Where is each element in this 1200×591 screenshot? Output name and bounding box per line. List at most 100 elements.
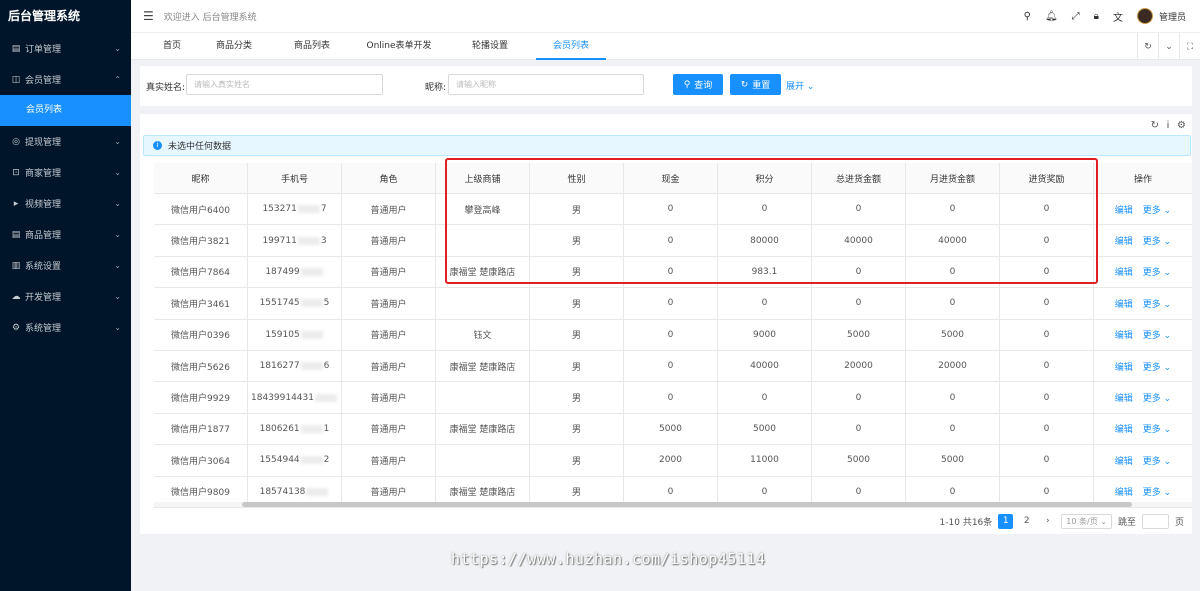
column-header[interactable]: 昵称 [154,163,248,193]
table-row[interactable]: 微信用户3064 1554944 2 普通用户男 2000 11000 5000 5000 0 编… [154,445,1192,477]
table-row[interactable]: 微信用户0396 159105 普通用户 钰文男 0 9000 5000 5000 0 编辑 更多 … [154,319,1192,351]
sidebar-item-4[interactable]: ▸ 视频管理 ⌄ [0,188,131,219]
lock-icon[interactable]: 🔒︎ [1094,11,1099,22]
density-icon[interactable]: Ꭵ [1167,120,1169,131]
table-row[interactable]: 微信用户1877 1806261 1 普通用户 康福堂 楚康路店男 5000 5000 0 0 0… [154,413,1192,446]
chevron-down-icon[interactable]: ⌄ [1158,33,1179,60]
sidebar-subitem-member-list[interactable]: 会员列表 [0,95,131,126]
reset-button[interactable]: ↻ 重置 [730,74,781,95]
more-dropdown[interactable]: 更多 ⌄ [1143,360,1171,373]
more-dropdown[interactable]: 更多 ⌄ [1143,328,1171,341]
cell-cash: 0 [624,194,718,225]
translate-icon[interactable]: 文 [1113,9,1123,24]
page-1[interactable]: 1 [998,514,1014,529]
edit-link[interactable]: 编辑 [1115,391,1133,404]
column-header[interactable]: 角色 [342,163,436,193]
table-row[interactable]: 微信用户3821 199711 3 普通用户男 0 80000 40000 40000 0 编辑更… [154,225,1192,257]
column-header[interactable]: 积分 [718,163,812,193]
reload-icon[interactable]: ↻ [1137,33,1158,60]
gear-icon[interactable]: ⚙ [1177,120,1186,131]
edit-link[interactable]: 编辑 [1115,203,1133,216]
cell-month-purchase: 0 [906,413,1000,445]
cell-month-purchase: 0 [906,382,1000,413]
sidebar-item-5[interactable]: ▤ 商品管理 ⌄ [0,219,131,250]
edit-link[interactable]: 编辑 [1115,485,1133,498]
cell-phone: 199711 3 [248,225,342,256]
table-row[interactable]: 微信用户9929 18439914431 普通用户男 0 0 0 0 0 编辑 更多 ⌄ [154,382,1192,414]
gear-icon: ⚙ [11,322,21,333]
page-size-select[interactable]: 10 条/页 ⌄ [1061,514,1112,529]
column-header[interactable]: 现金 [624,163,718,193]
column-header[interactable]: 性别 [530,163,624,193]
horizontal-scrollbar[interactable] [154,502,1192,507]
sidebar-item-1[interactable]: ◫ 会员管理 ⌃ [0,64,131,95]
cell-gender: 男 [530,319,624,350]
next-page-icon[interactable]: › [1040,514,1055,529]
column-header[interactable]: 上级商铺 [436,163,530,193]
column-header[interactable]: 月进货金额 [906,163,1000,193]
table-row[interactable]: 微信用户5626 1816277 6 普通用户 康福堂 楚康路店男 0 40000 20000… [154,350,1192,383]
edit-link[interactable]: 编辑 [1115,454,1133,467]
tab-carousel[interactable]: 轮播设置 [464,33,516,60]
cell-role: 普通用户 [342,194,436,225]
sidebar-item-0[interactable]: ▤ 订单管理 ⌄ [0,33,131,64]
tab-goods-list[interactable]: 商品列表 [284,33,340,60]
tab-member-list[interactable]: 会员列表 [536,33,606,60]
table-header: 昵称 手机号 角色 上级商铺 性别 现金 积分 总进货金额 月进货金额 进货奖励 操作 [154,163,1192,194]
more-dropdown[interactable]: 更多 ⌄ [1143,234,1171,247]
top-header: ☰ 欢迎进入 后台管理系统 ⚲ 🔔︎ ⤢ 🔒︎ 文 管理员 [131,0,1200,33]
more-dropdown[interactable]: 更多 ⌄ [1143,391,1171,404]
query-button[interactable]: ⚲ 查询 [673,74,723,95]
username[interactable]: 管理员 [1159,10,1186,23]
refresh-icon[interactable]: ↻ [1151,120,1159,131]
bell-icon[interactable]: 🔔︎ [1045,11,1058,22]
cell-nickname: 微信用户0396 [154,319,248,350]
more-dropdown[interactable]: 更多 ⌄ [1143,203,1171,216]
expand-toggle[interactable]: 展开 ⌄ [786,79,814,92]
cell-parent-shop: 攀登高峰 [436,194,530,225]
column-header[interactable]: 进货奖励 [1000,163,1094,193]
page-2[interactable]: 2 [1019,514,1034,529]
table-row[interactable]: 微信用户3461 1551745 5 普通用户男 0 0 0 0 0 编辑 更多 ⌄ [154,288,1192,320]
nickname-input[interactable]: 请输入昵称 [448,74,644,95]
cell-purchase-reward: 0 [1000,413,1094,445]
sidebar-item-7[interactable]: ☁ 开发管理 ⌄ [0,281,131,312]
cell-gender: 男 [530,194,624,225]
scroll-thumb[interactable] [242,502,1132,507]
edit-link[interactable]: 编辑 [1115,265,1133,278]
more-dropdown[interactable]: 更多 ⌄ [1143,485,1171,498]
table-row[interactable]: 微信用户6400 153271 7 普通用户 攀登高峰男 0 0 0 0 0 编辑 更多 ⌄ [154,194,1192,226]
cell-role: 普通用户 [342,382,436,413]
more-dropdown[interactable]: 更多 ⌄ [1143,297,1171,310]
edit-link[interactable]: 编辑 [1115,328,1133,341]
tab-category[interactable]: 商品分类 [206,33,262,60]
sidebar-item-6[interactable]: ▥ 系统设置 ⌄ [0,250,131,281]
sidebar-item-3[interactable]: ⊡ 商家管理 ⌄ [0,157,131,188]
edit-link[interactable]: 编辑 [1115,234,1133,247]
nickname-label: 昵称: [425,83,447,93]
edit-link[interactable]: 编辑 [1115,422,1133,435]
fullscreen-icon[interactable]: ⤢ [1072,11,1080,22]
cell-actions: 编辑 更多 ⌄ [1094,382,1192,412]
expand-icon[interactable]: ⛶ [1179,33,1200,60]
menu-collapse-icon[interactable]: ☰ [143,9,154,23]
more-dropdown[interactable]: 更多 ⌄ [1143,265,1171,278]
sidebar-item-2[interactable]: ◎ 提现管理 ⌄ [0,126,131,157]
more-dropdown[interactable]: 更多 ⌄ [1143,422,1171,435]
edit-link[interactable]: 编辑 [1115,360,1133,373]
tab-online-form[interactable]: Online表单开发 [363,33,435,60]
table-row[interactable]: 微信用户7864 187499 普通用户 康福堂 楚康路店男 0 983.1 0 0 0 编辑 更多… [154,256,1192,289]
cell-nickname: 微信用户3821 [154,225,248,256]
column-header[interactable]: 操作 [1094,163,1192,193]
search-icon[interactable]: ⚲ [1024,11,1031,22]
tab-home[interactable]: 首页 [147,33,197,60]
goto-page-input[interactable] [1141,514,1169,529]
sidebar-menu: ▤ 订单管理 ⌄ ◫ 会员管理 ⌃ 会员列表 ◎ 提现管理 ⌄ ⊡ 商家管理 ⌄ ▸ 视频管理 ⌄ ▤ 商品管理 ⌄… [0,33,131,343]
realname-input[interactable]: 请输入真实姓名 [186,74,383,95]
edit-link[interactable]: 编辑 [1115,297,1133,310]
column-header[interactable]: 总进货金额 [812,163,906,193]
sidebar-item-8[interactable]: ⚙ 系统管理 ⌄ [0,312,131,343]
more-dropdown[interactable]: 更多 ⌄ [1143,454,1171,467]
avatar[interactable] [1136,8,1153,24]
column-header[interactable]: 手机号 [248,163,342,193]
